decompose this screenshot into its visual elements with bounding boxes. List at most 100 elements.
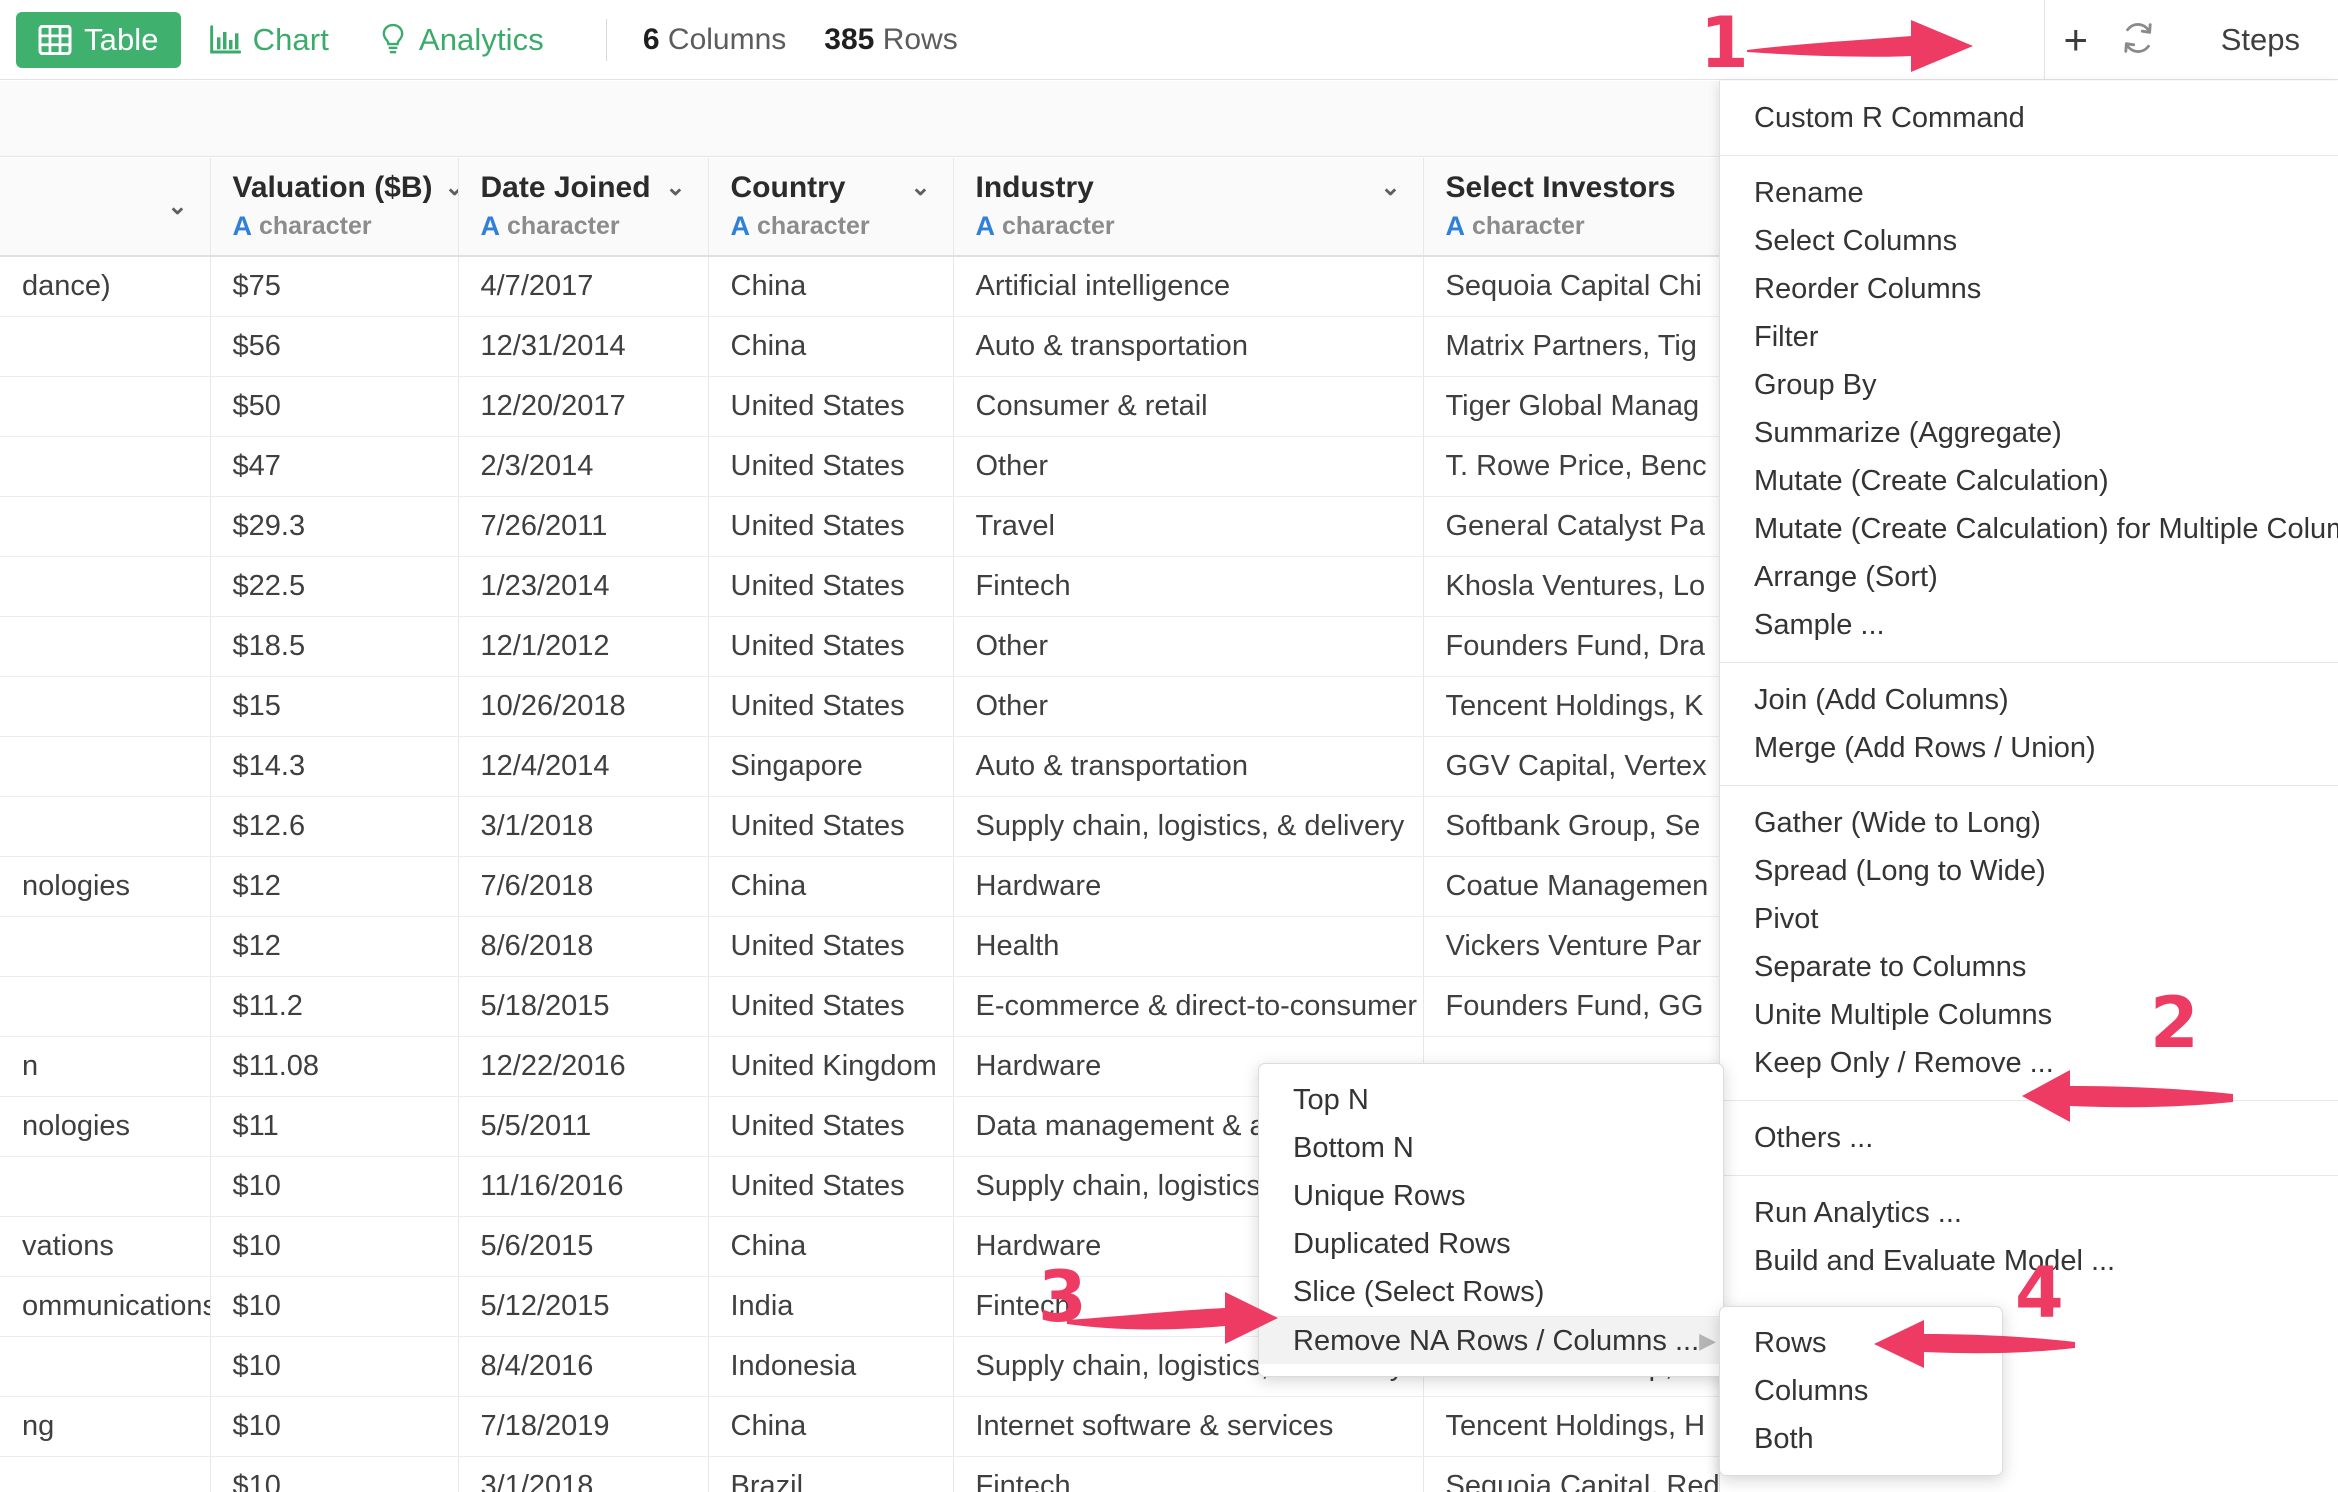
view-tab-group: Table Chart Analytics 6 Columns 385 Rows <box>0 11 958 68</box>
table-cell-country: United States <box>708 616 954 677</box>
table-cell-name <box>0 796 211 857</box>
steps-menu-item[interactable]: Merge (Add Rows / Union) <box>1720 724 2338 772</box>
table-cell-industry: Hardware <box>953 856 1424 917</box>
steps-menu-item[interactable]: Build and Evaluate Model ... <box>1720 1237 2338 1285</box>
table-cell-name <box>0 1336 211 1397</box>
table-cell-date: 7/6/2018 <box>458 856 709 917</box>
table-cell-industry: Other <box>953 676 1424 737</box>
steps-menu-item[interactable]: Arrange (Sort) <box>1720 553 2338 601</box>
type-letter-icon: A <box>730 211 751 241</box>
table-cell-date: 11/16/2016 <box>458 1156 709 1217</box>
table-cell-date: 8/6/2018 <box>458 916 709 977</box>
steps-menu-item[interactable]: Sample ... <box>1720 601 2338 649</box>
table-cell-name: n <box>0 1036 211 1097</box>
table-cell-valuation: $10 <box>210 1396 459 1457</box>
table-cell-valuation: $75 <box>210 256 459 317</box>
topbar-right-actions: + Steps <box>2043 0 2338 80</box>
submenu-item-remove-na-rows-columns[interactable]: Remove NA Rows / Columns ... ▶ <box>1259 1316 1723 1364</box>
table-cell-valuation: $10 <box>210 1156 459 1217</box>
keep-remove-submenu-item[interactable]: Bottom N <box>1259 1124 1723 1172</box>
chevron-down-icon[interactable]: ⌄ <box>445 176 457 200</box>
steps-menu-item[interactable]: Select Columns <box>1720 217 2338 265</box>
table-cell-valuation: $12 <box>210 856 459 917</box>
tab-table[interactable]: Table <box>16 11 181 68</box>
remove-na-submenu[interactable]: Rows Columns Both <box>1719 1306 2003 1476</box>
steps-menu-item[interactable]: Custom R Command <box>1720 94 2338 142</box>
steps-menu-group: Run Analytics ... Build and Evaluate Mode… <box>1720 1176 2338 1298</box>
chevron-right-icon: ▶ <box>1699 1327 1717 1353</box>
table-cell-industry: Health <box>953 916 1424 977</box>
row-count-group: 385 Rows <box>824 23 957 57</box>
table-cell-date: 5/18/2015 <box>458 976 709 1037</box>
steps-menu-item[interactable]: Mutate (Create Calculation) <box>1720 457 2338 505</box>
steps-dropdown-menu[interactable]: Custom R Command Rename Select Columns Reor… <box>1719 81 2338 1492</box>
steps-menu-item[interactable]: Summarize (Aggregate) <box>1720 409 2338 457</box>
table-cell-industry: Consumer & retail <box>953 376 1424 437</box>
chevron-down-icon[interactable]: ⌄ <box>167 194 187 219</box>
chevron-down-icon[interactable]: ⌄ <box>1380 176 1400 200</box>
table-cell-name: nologies <box>0 856 211 917</box>
chevron-down-icon[interactable]: ⌄ <box>910 176 930 200</box>
column-header-date-joined[interactable]: Date Joined ⌄ A character <box>458 158 709 257</box>
remove-na-submenu-item[interactable]: Columns <box>1720 1367 2002 1415</box>
column-header-industry[interactable]: Industry ⌄ A character <box>953 158 1424 257</box>
steps-menu-group: Gather (Wide to Long) Spread (Long to Wid… <box>1720 786 2338 1100</box>
keep-remove-submenu-item[interactable]: Top N <box>1259 1076 1723 1124</box>
steps-menu-item[interactable]: Reorder Columns <box>1720 265 2338 313</box>
tab-analytics[interactable]: Analytics <box>357 12 566 68</box>
keep-remove-submenu[interactable]: Top N Bottom N Unique Rows Duplicated Rows S… <box>1258 1063 1724 1377</box>
steps-menu-item[interactable]: Spread (Long to Wide) <box>1720 847 2338 895</box>
column-type-date-joined: A character <box>481 211 686 242</box>
table-cell-date: 5/6/2015 <box>458 1216 709 1277</box>
steps-menu-item[interactable]: Gather (Wide to Long) <box>1720 799 2338 847</box>
column-header-valuation[interactable]: Valuation ($B) ⌄ A character <box>210 158 459 257</box>
keep-remove-submenu-item-label: Top N <box>1293 1084 1369 1116</box>
steps-menu-item[interactable]: Separate to Columns <box>1720 943 2338 991</box>
table-cell-date: 5/12/2015 <box>458 1276 709 1337</box>
table-cell-date: 12/20/2017 <box>458 376 709 437</box>
column-header-country[interactable]: Country ⌄ A character <box>708 158 954 257</box>
steps-menu-item[interactable]: Pivot <box>1720 895 2338 943</box>
table-cell-country: China <box>708 1396 954 1457</box>
keep-remove-submenu-item[interactable]: Duplicated Rows <box>1259 1220 1723 1268</box>
table-cell-date: 12/22/2016 <box>458 1036 709 1097</box>
table-cell-valuation: $10 <box>210 1456 459 1492</box>
table-cell-date: 7/18/2019 <box>458 1396 709 1457</box>
column-count-label: Columns <box>667 22 787 56</box>
dataset-counts: 6 Columns 385 Rows <box>643 23 958 57</box>
table-cell-industry: E-commerce & direct-to-consumer <box>953 976 1424 1037</box>
steps-menu-item[interactable]: Keep Only / Remove ... <box>1720 1039 2338 1087</box>
steps-menu-item[interactable]: Others ... <box>1720 1114 2338 1162</box>
tab-chart[interactable]: Chart <box>187 12 351 68</box>
steps-menu-item[interactable]: Rename <box>1720 169 2338 217</box>
row-count: 385 <box>824 22 875 56</box>
table-cell-valuation: $14.3 <box>210 736 459 797</box>
table-cell-country: United States <box>708 796 954 857</box>
table-cell-name <box>0 436 211 497</box>
refresh-button[interactable] <box>2107 0 2169 80</box>
remove-na-submenu-item[interactable]: Both <box>1720 1415 2002 1463</box>
table-cell-date: 12/1/2012 <box>458 616 709 677</box>
chevron-down-icon[interactable]: ⌄ <box>665 176 685 200</box>
steps-menu-item[interactable]: Unite Multiple Columns <box>1720 991 2338 1039</box>
remove-na-submenu-item[interactable]: Rows <box>1720 1319 2002 1367</box>
steps-menu-item[interactable]: Join (Add Columns) <box>1720 676 2338 724</box>
steps-menu-item[interactable]: Filter <box>1720 313 2338 361</box>
add-step-button[interactable]: + <box>2045 0 2107 80</box>
table-cell-name <box>0 616 211 677</box>
type-letter-icon: A <box>232 211 253 241</box>
keep-remove-submenu-item[interactable]: Unique Rows <box>1259 1172 1723 1220</box>
table-cell-country: United States <box>708 1096 954 1157</box>
column-header-name[interactable]: ⌄ <box>0 158 211 257</box>
table-cell-valuation: $11.08 <box>210 1036 459 1097</box>
table-cell-name <box>0 316 211 377</box>
steps-menu-item[interactable]: Mutate (Create Calculation) for Multiple… <box>1720 505 2338 553</box>
table-cell-name <box>0 376 211 437</box>
steps-menu-item[interactable]: Group By <box>1720 361 2338 409</box>
keep-remove-submenu-item[interactable]: Slice (Select Rows) <box>1259 1268 1723 1316</box>
column-header-date-joined-label: Date Joined <box>480 171 651 204</box>
table-cell-valuation: $10 <box>210 1276 459 1337</box>
top-toolbar: Table Chart Analytics 6 Columns 385 Rows… <box>0 0 2338 80</box>
steps-menu-item[interactable]: Run Analytics ... <box>1720 1189 2338 1237</box>
tab-table-label: Table <box>84 21 159 57</box>
